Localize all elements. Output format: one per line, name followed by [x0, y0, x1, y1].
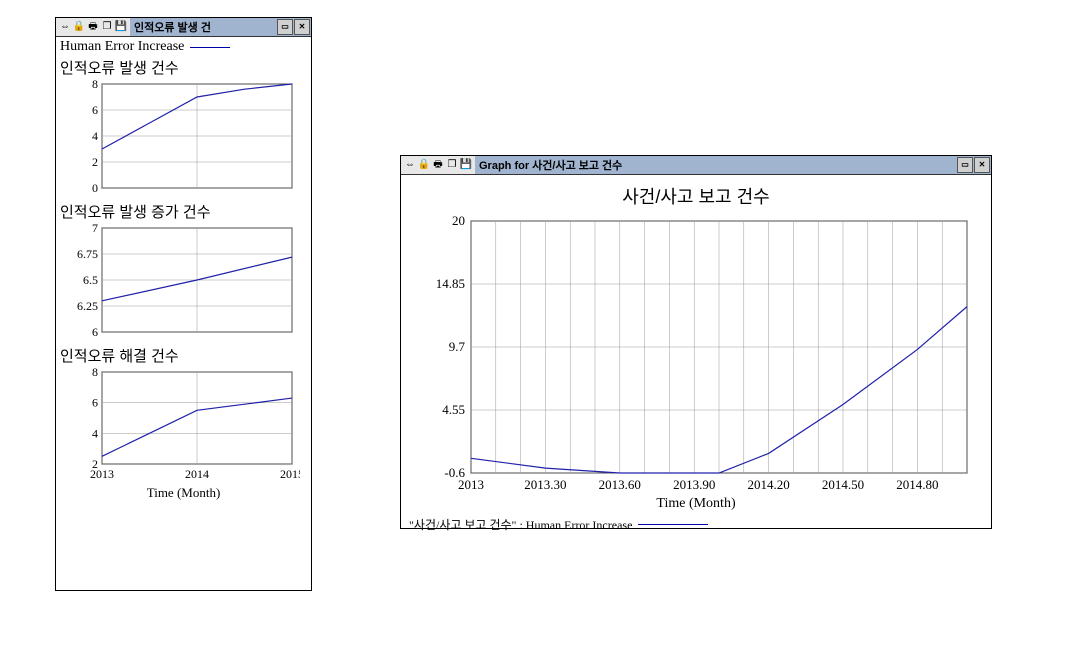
svg-text:4: 4: [92, 129, 98, 143]
svg-text:2014: 2014: [185, 467, 209, 481]
close-button[interactable]: ✕: [294, 19, 310, 35]
minimize-button[interactable]: ▭: [277, 19, 293, 35]
svg-text:4.55: 4.55: [442, 402, 465, 417]
left-title-text: 인적오류 발생 건: [130, 19, 276, 35]
close-button[interactable]: ✕: [974, 157, 990, 173]
save-icon[interactable]: 💾: [460, 159, 472, 171]
svg-text:2015: 2015: [280, 467, 300, 481]
right-titlebar[interactable]: ⇔ 🔒 🖶 ❐ 💾 Graph for 사건/사고 보고 건수 ▭ ✕: [401, 156, 991, 175]
svg-text:20: 20: [452, 215, 465, 228]
big-chart-title: 사건/사고 보고 건수: [409, 183, 983, 209]
save-icon[interactable]: 💾: [115, 21, 127, 33]
big-footer-label: "사건/사고 보고 건수" : Human Error Increase: [409, 516, 632, 533]
lock-icon[interactable]: 🔒: [73, 21, 85, 33]
minimize-button[interactable]: ▭: [957, 157, 973, 173]
big-chart-footer: "사건/사고 보고 건수" : Human Error Increase: [409, 516, 983, 533]
svg-text:14.85: 14.85: [436, 276, 465, 291]
arrows-icon[interactable]: ⇔: [404, 159, 416, 171]
copy-icon[interactable]: ❐: [446, 159, 458, 171]
big-x-axis-label: Time (Month): [409, 496, 983, 512]
svg-text:2: 2: [92, 155, 98, 169]
legend-line-icon: [190, 47, 230, 48]
svg-text:2013.60: 2013.60: [599, 477, 641, 492]
left-titlebar[interactable]: ⇔ 🔒 🖶 ❐ 💾 인적오류 발생 건 ▭ ✕: [56, 18, 311, 37]
mini-chart-1: 0 2 4 6 8: [60, 78, 300, 196]
mini-chart-3-title: 인적오류 해결 건수: [60, 345, 307, 366]
svg-text:2013.30: 2013.30: [524, 477, 566, 492]
svg-text:8: 8: [92, 366, 98, 379]
svg-text:6.25: 6.25: [77, 299, 98, 313]
mini-chart-3: 2468201320142015: [60, 366, 300, 484]
svg-text:6.5: 6.5: [83, 273, 98, 287]
svg-text:6: 6: [92, 325, 98, 339]
svg-text:2014.50: 2014.50: [822, 477, 864, 492]
big-chart: -0.64.559.714.852020132013.302013.602013…: [409, 215, 979, 495]
copy-icon[interactable]: ❐: [101, 21, 113, 33]
svg-text:2013.90: 2013.90: [673, 477, 715, 492]
svg-text:4: 4: [92, 426, 98, 440]
titlebar-tool-icons: ⇔ 🔒 🖶 ❐ 💾: [401, 156, 475, 174]
svg-text:2013: 2013: [90, 467, 114, 481]
left-x-axis-label: Time (Month): [60, 485, 307, 501]
svg-text:6.75: 6.75: [77, 247, 98, 261]
legend-label: Human Error Increase: [60, 39, 184, 55]
svg-text:8: 8: [92, 78, 98, 91]
svg-text:2013: 2013: [458, 477, 484, 492]
svg-text:9.7: 9.7: [449, 339, 466, 354]
right-title-text: Graph for 사건/사고 보고 건수: [475, 157, 956, 173]
titlebar-tool-icons: ⇔ 🔒 🖶 ❐ 💾: [56, 18, 130, 36]
arrows-icon[interactable]: ⇔: [59, 21, 71, 33]
left-panel-window: ⇔ 🔒 🖶 ❐ 💾 인적오류 발생 건 ▭ ✕ Human Error Incr…: [55, 17, 312, 591]
mini-chart-2-title: 인적오류 발생 증가 건수: [60, 201, 307, 222]
left-legend: Human Error Increase: [60, 39, 307, 55]
svg-text:0: 0: [92, 181, 98, 195]
print-icon[interactable]: 🖶: [432, 159, 444, 171]
mini-chart-1-title: 인적오류 발생 건수: [60, 57, 307, 78]
mini-chart-2: 6 6.25 6.5 6.75 7: [60, 222, 300, 340]
print-icon[interactable]: 🖶: [87, 21, 99, 33]
svg-text:2014.80: 2014.80: [896, 477, 938, 492]
svg-text:6: 6: [92, 103, 98, 117]
legend-line-icon: [638, 524, 708, 525]
svg-text:6: 6: [92, 396, 98, 410]
lock-icon[interactable]: 🔒: [418, 159, 430, 171]
right-panel-window: ⇔ 🔒 🖶 ❐ 💾 Graph for 사건/사고 보고 건수 ▭ ✕ 사건/사…: [400, 155, 992, 529]
svg-text:2014.20: 2014.20: [747, 477, 789, 492]
svg-text:7: 7: [92, 222, 98, 235]
